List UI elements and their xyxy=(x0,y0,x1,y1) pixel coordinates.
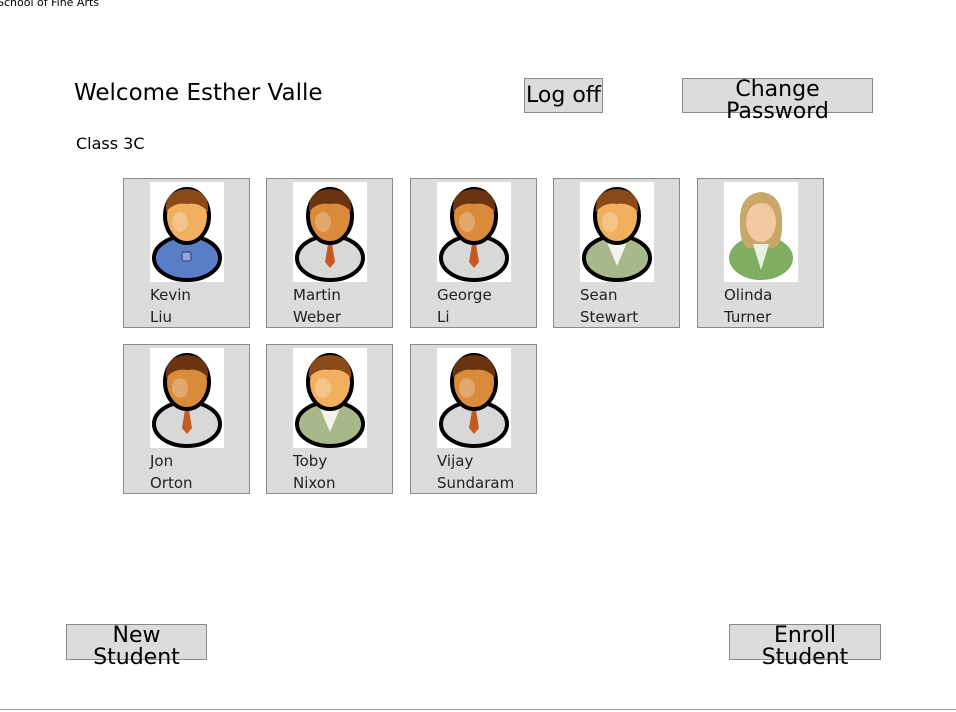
student-name: Sean Stewart xyxy=(580,284,638,328)
student-tile[interactable]: George Li xyxy=(410,178,537,328)
student-tile[interactable]: Olinda Turner xyxy=(697,178,824,328)
male-student-sweater-icon xyxy=(150,182,224,282)
bottom-divider xyxy=(0,709,956,710)
student-last-name: Stewart xyxy=(580,308,639,326)
student-first-name: George xyxy=(437,286,492,304)
student-last-name: Weber xyxy=(293,308,342,326)
student-name: George Li xyxy=(437,284,492,328)
female-student-icon xyxy=(724,182,798,282)
student-last-name: Orton xyxy=(150,474,193,492)
male-student-tie-icon xyxy=(437,348,511,448)
student-name: Jon Orton xyxy=(150,450,193,494)
class-label: Class 3C xyxy=(76,134,145,153)
student-name: Toby Nixon xyxy=(293,450,336,494)
male-student-jacket-icon xyxy=(580,182,654,282)
student-first-name: Kevin xyxy=(150,286,191,304)
new-student-button[interactable]: New Student xyxy=(66,624,207,669)
student-first-name: Martin xyxy=(293,286,341,304)
student-first-name: Olinda xyxy=(724,286,773,304)
student-tile[interactable]: Sean Stewart xyxy=(553,178,680,328)
window-title: School of Fine Arts xyxy=(0,0,100,9)
log-off-button[interactable]: Log off xyxy=(524,78,603,113)
student-first-name: Toby xyxy=(293,452,328,470)
student-last-name: Nixon xyxy=(293,474,336,492)
student-first-name: Vijay xyxy=(437,452,474,470)
male-student-tie-icon xyxy=(150,348,224,448)
student-name: Vijay Sundaram xyxy=(437,450,514,494)
male-student-tie-icon xyxy=(293,182,367,282)
student-tile[interactable]: Kevin Liu xyxy=(123,178,250,328)
student-tile[interactable]: Vijay Sundaram xyxy=(410,344,537,494)
enroll-student-button[interactable]: Enroll Student xyxy=(729,624,881,669)
student-tile[interactable]: Toby Nixon xyxy=(266,344,393,494)
student-first-name: Jon xyxy=(150,452,174,470)
student-first-name: Sean xyxy=(580,286,618,304)
student-tile[interactable]: Martin Weber xyxy=(266,178,393,328)
student-tile[interactable]: Jon Orton xyxy=(123,344,250,494)
welcome-heading: Welcome Esther Valle xyxy=(74,80,323,106)
student-last-name: Liu xyxy=(150,308,173,326)
student-last-name: Sundaram xyxy=(437,474,515,492)
student-name: Kevin Liu xyxy=(150,284,191,328)
male-student-jacket-icon xyxy=(293,348,367,448)
male-student-tie-icon xyxy=(437,182,511,282)
student-name: Martin Weber xyxy=(293,284,341,328)
student-last-name: Turner xyxy=(724,308,772,326)
student-name: Olinda Turner xyxy=(724,284,772,328)
student-last-name: Li xyxy=(437,308,450,326)
change-password-button[interactable]: Change Password xyxy=(682,78,873,123)
